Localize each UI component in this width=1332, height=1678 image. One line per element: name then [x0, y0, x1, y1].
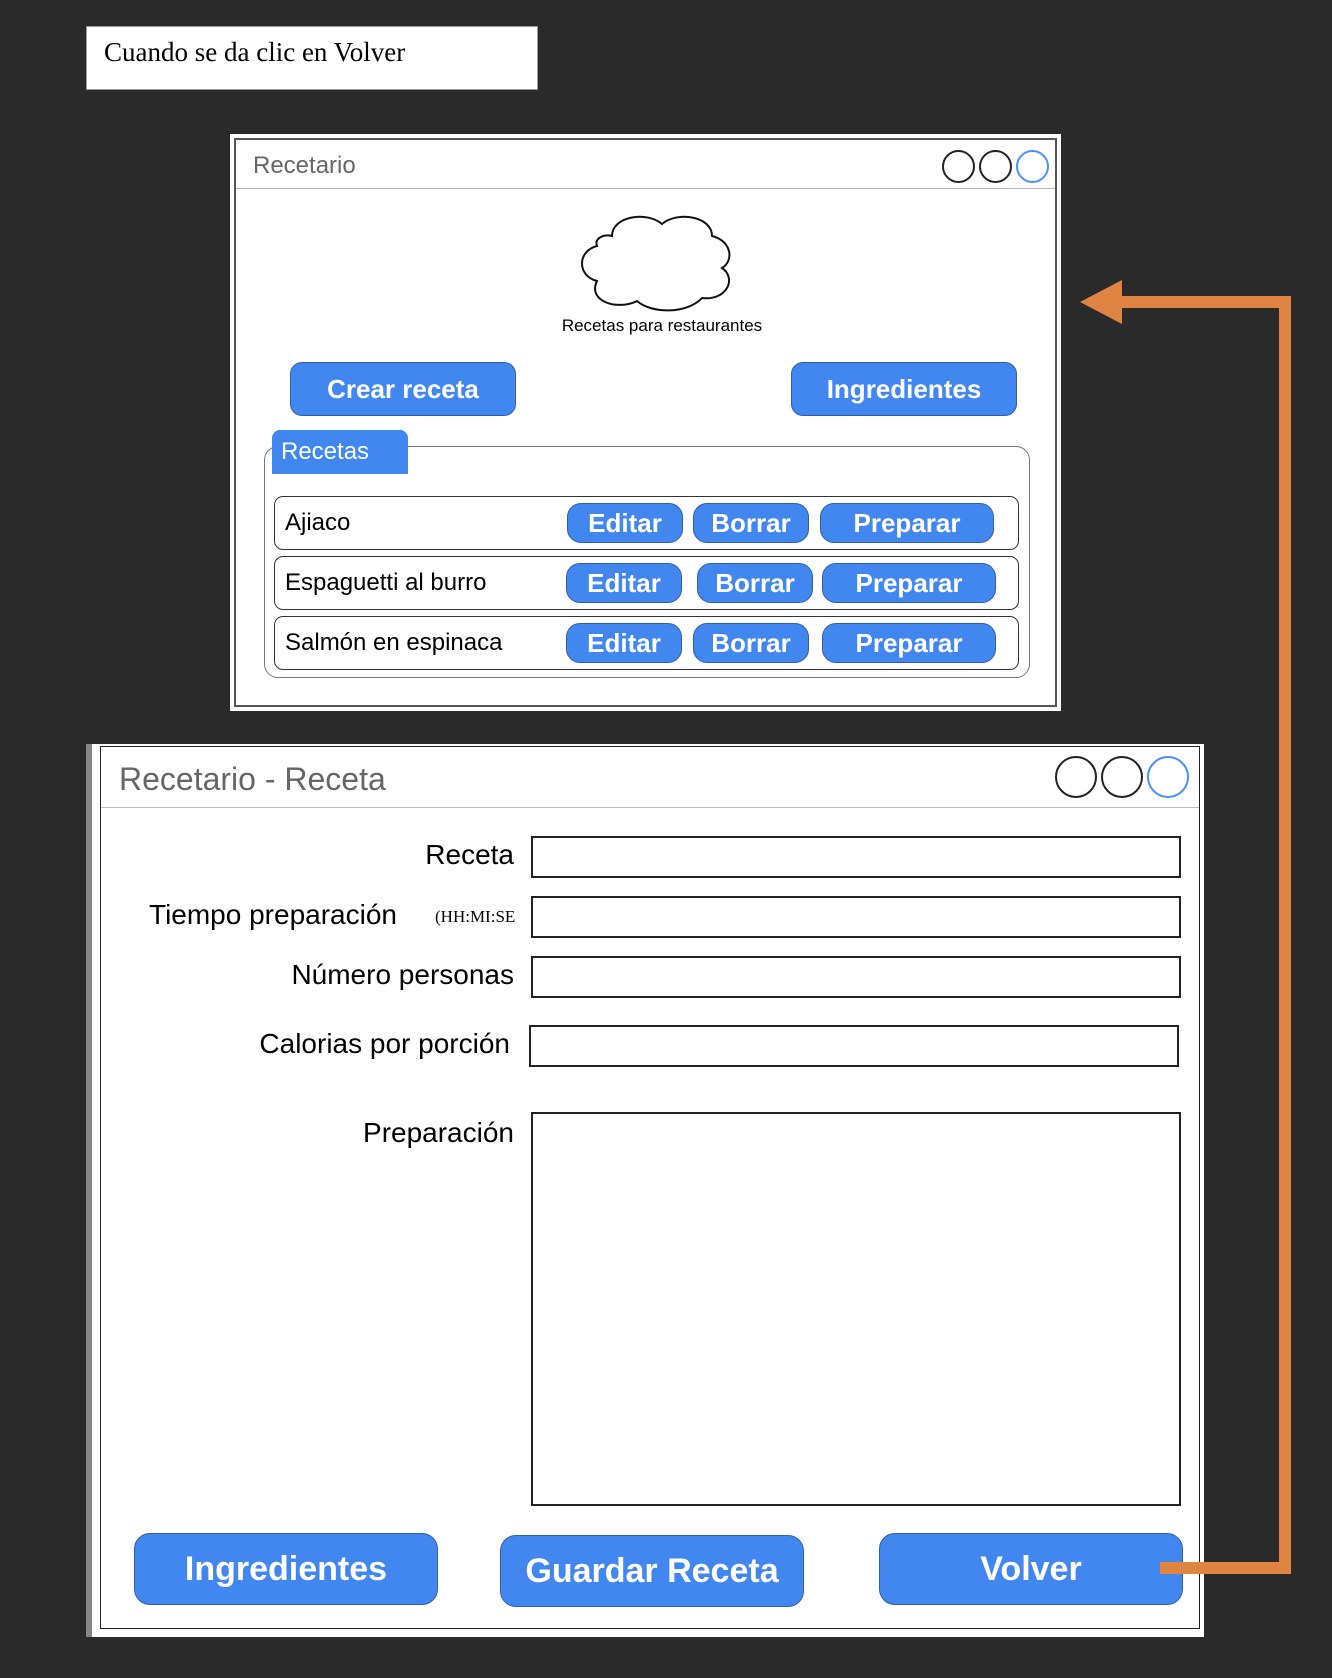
- time-format-hint: (HH:MI:SE: [435, 907, 516, 926]
- ingredients-button[interactable]: Ingredientes: [134, 1533, 438, 1605]
- recipe-name: Ajiaco: [285, 509, 351, 536]
- recipe-titlebar: Recetario - Receta: [101, 747, 1199, 808]
- prepare-button[interactable]: Preparar: [820, 503, 994, 543]
- prepare-button[interactable]: Preparar: [822, 563, 996, 603]
- calories-label: Calorias por porción: [259, 1028, 510, 1059]
- minimize-button[interactable]: [1055, 756, 1097, 798]
- delete-button[interactable]: Borrar: [693, 503, 809, 543]
- recipe-window-frame: Recetario - Receta Receta Tiempo prepara…: [100, 746, 1200, 1629]
- recipe-window-title: Recetario - Receta: [119, 761, 386, 797]
- recipe-row: Ajiaco Editar Borrar Preparar: [274, 496, 1019, 550]
- preparation-label: Preparación: [363, 1117, 514, 1148]
- annotation-note: Cuando se da clic en Volver: [86, 26, 538, 90]
- close-button[interactable]: [1016, 150, 1049, 183]
- window-controls: [942, 150, 1049, 183]
- ingredients-button[interactable]: Ingredientes: [791, 362, 1017, 416]
- main-window: Recetario Recetas para restaurantes Crea…: [230, 134, 1061, 711]
- delete-button[interactable]: Borrar: [697, 563, 813, 603]
- main-titlebar: Recetario: [236, 140, 1055, 189]
- people-count-label: Número personas: [291, 959, 514, 990]
- save-recipe-button[interactable]: Guardar Receta: [500, 1535, 804, 1607]
- recipe-window: Recetario - Receta Receta Tiempo prepara…: [86, 744, 1204, 1637]
- preparation-textarea[interactable]: [531, 1112, 1181, 1506]
- recipe-name-label: Receta: [425, 839, 514, 870]
- recipe-row: Espaguetti al burro Editar Borrar Prepar…: [274, 556, 1019, 610]
- edit-button[interactable]: Editar: [566, 623, 682, 663]
- window-controls: [1055, 756, 1189, 798]
- cloud-icon: [581, 215, 731, 312]
- prepare-button[interactable]: Preparar: [822, 623, 996, 663]
- people-count-field[interactable]: [531, 956, 1181, 998]
- prep-time-field[interactable]: [531, 896, 1181, 938]
- arrow-head-icon: [1080, 280, 1122, 324]
- close-button[interactable]: [1147, 756, 1189, 798]
- back-button[interactable]: Volver: [879, 1533, 1183, 1605]
- recipe-row: Salmón en espinaca Editar Borrar Prepara…: [274, 616, 1019, 670]
- minimize-button[interactable]: [942, 150, 975, 183]
- edit-button[interactable]: Editar: [567, 503, 683, 543]
- create-recipe-button[interactable]: Crear receta: [290, 362, 516, 416]
- app-slogan: Recetas para restaurantes: [561, 316, 763, 335]
- recipe-name-field[interactable]: [531, 836, 1181, 878]
- recipe-name: Espaguetti al burro: [285, 569, 487, 596]
- recipe-name: Salmón en espinaca: [285, 629, 503, 656]
- calories-field[interactable]: [529, 1025, 1179, 1067]
- prep-time-label: Tiempo preparación: [149, 899, 397, 930]
- main-window-title: Recetario: [253, 152, 356, 179]
- delete-button[interactable]: Borrar: [693, 623, 809, 663]
- note-text: Cuando se da clic en Volver: [104, 37, 406, 67]
- edit-button[interactable]: Editar: [566, 563, 682, 603]
- recipes-group-label: Recetas: [272, 430, 408, 474]
- maximize-button[interactable]: [1101, 756, 1143, 798]
- maximize-button[interactable]: [979, 150, 1012, 183]
